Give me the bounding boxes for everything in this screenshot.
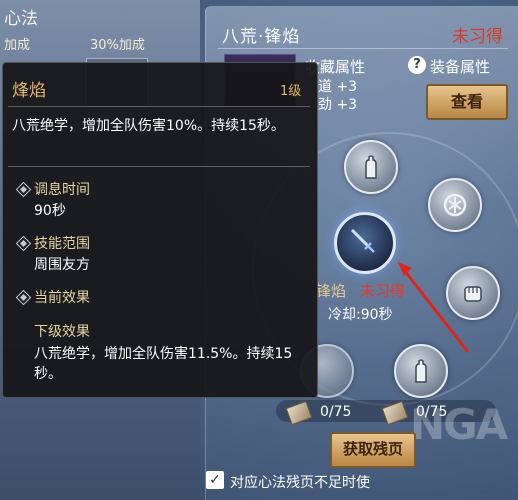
skill-name: 锋焰	[316, 282, 347, 300]
tooltip-next-value: 八荒绝学，增加全队伤害11.5%。持续15秒。	[34, 346, 293, 382]
tooltip-cooldown-value: 90秒	[34, 203, 66, 219]
tooltip-range-label: 技能范围	[34, 236, 90, 252]
tooltip-level: 1级	[280, 84, 302, 99]
fragment-count-a: 0/75	[320, 404, 352, 420]
checkbox-label: 对应心法残页不足时使	[230, 475, 370, 491]
tooltip-next-label: 下级效果	[34, 324, 90, 340]
tooltip-divider	[8, 166, 310, 167]
tooltip-skill-name: 烽焰	[12, 81, 46, 101]
watermark: NGA	[410, 400, 508, 449]
tooltip-effect-label: 当前效果	[34, 290, 90, 306]
check-icon[interactable]: ✓	[206, 471, 224, 489]
get-fragments-button[interactable]: 获取残页	[330, 432, 416, 468]
tooltip-range-value: 周围友方	[34, 257, 90, 273]
skill-cooldown: 冷却:90秒	[328, 307, 393, 323]
skill-status: 未习得	[360, 282, 406, 300]
tooltip-divider	[8, 106, 310, 107]
tooltip-description: 八荒绝学，增加全队伤害10%。持续15秒。	[12, 118, 285, 134]
tooltip-cooldown-label: 调息时间	[34, 182, 90, 198]
